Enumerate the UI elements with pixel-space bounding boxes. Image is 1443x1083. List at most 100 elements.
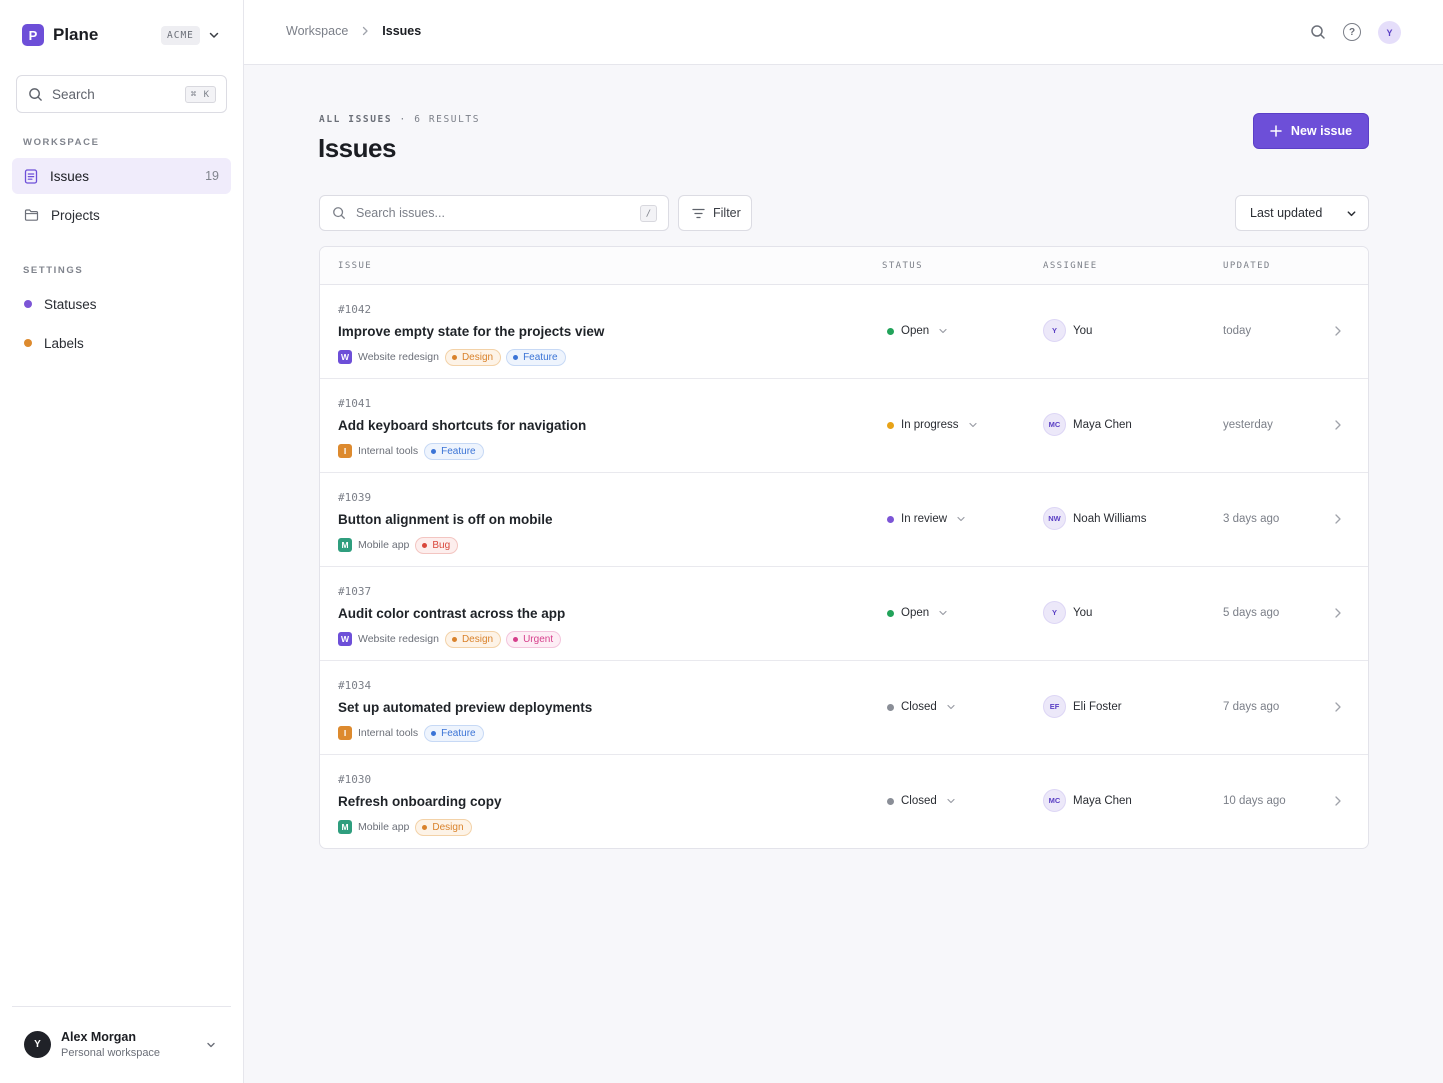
issue-title[interactable]: Refresh onboarding copy [338, 794, 502, 809]
chevron-down-icon[interactable] [207, 28, 221, 42]
project-icon: W [338, 350, 352, 364]
status-dot-icon [887, 327, 894, 335]
settings-section-title: SETTINGS [23, 265, 84, 276]
column-header-status: STATUS [882, 261, 923, 271]
project-icon: W [338, 632, 352, 646]
avatar: Y [1043, 319, 1066, 342]
chevron-right-icon[interactable] [1333, 325, 1343, 337]
folder-icon [24, 209, 39, 221]
chevron-down-icon [947, 704, 955, 710]
issue-id: #1037 [338, 585, 372, 598]
chevron-down-icon[interactable] [205, 1039, 217, 1051]
status-dot-icon [887, 421, 894, 429]
project-name: Mobile app [358, 539, 410, 551]
issue-meta: M Mobile app Bug [338, 536, 463, 554]
issue-id: #1042 [338, 303, 372, 316]
tag-dot-icon [431, 730, 437, 736]
sidebar-item-projects[interactable]: Projects [12, 197, 231, 233]
assignee[interactable]: Y You [1043, 601, 1092, 624]
table-row[interactable]: #1034 Set up automated preview deploymen… [320, 661, 1368, 755]
status-dropdown[interactable]: In progress [887, 419, 978, 431]
brand-name: Plane [53, 25, 99, 44]
assignee-name: Maya Chen [1073, 418, 1132, 431]
project-name: Internal tools [358, 445, 419, 457]
tag-label: Design [461, 633, 494, 645]
assignee[interactable]: Y You [1043, 319, 1092, 342]
breadcrumb: Workspace Issues [286, 24, 421, 38]
sidebar-search[interactable]: Search ⌘ K [16, 75, 227, 113]
search-shortcut: ⌘ K [184, 86, 216, 103]
issue-id: #1030 [338, 773, 372, 786]
sidebar-item-labels[interactable]: Labels [12, 325, 231, 361]
workspace-badge[interactable]: ACME [161, 26, 200, 45]
updated-time: 5 days ago [1223, 607, 1280, 619]
chevron-right-icon[interactable] [1333, 513, 1343, 525]
column-header-assignee: ASSIGNEE [1043, 261, 1098, 271]
search-icon[interactable] [1310, 24, 1326, 40]
avatar[interactable]: Y [1378, 21, 1401, 44]
sidebar: P Plane ACME Search ⌘ K WORKSPACE Issues… [0, 0, 244, 1083]
issue-search-input[interactable]: Search issues... / [319, 195, 669, 231]
breadcrumb-workspace[interactable]: Workspace [286, 24, 348, 38]
new-issue-button[interactable]: New issue [1253, 113, 1369, 149]
status-dropdown[interactable]: Closed [887, 795, 956, 807]
tag-dot-icon [422, 824, 428, 830]
help-icon[interactable]: ? [1343, 23, 1361, 41]
tag-badge: Feature [506, 348, 566, 366]
avatar: EF [1043, 695, 1066, 718]
tag-badge: Design [444, 348, 502, 366]
issue-title[interactable]: Improve empty state for the projects vie… [338, 324, 604, 339]
sidebar-item-statuses[interactable]: Statuses [12, 286, 231, 322]
table-row[interactable]: #1041 Add keyboard shortcuts for navigat… [320, 379, 1368, 473]
tag-dot-icon [513, 636, 519, 642]
avatar: Y [24, 1031, 51, 1058]
brand[interactable]: P Plane [22, 24, 98, 46]
issue-title[interactable]: Audit color contrast across the app [338, 606, 565, 621]
tag-badge: Bug [415, 536, 459, 554]
status-dot-icon [887, 797, 894, 805]
chevron-right-icon[interactable] [1333, 701, 1343, 713]
sort-select[interactable]: Last updated [1235, 195, 1369, 231]
assignee[interactable]: EF Eli Foster [1043, 695, 1122, 718]
tag-dot-icon [422, 542, 428, 548]
user-menu[interactable]: Y Alex Morgan Personal workspace [24, 1030, 160, 1059]
chevron-down-icon [968, 422, 977, 428]
assignee-name: Maya Chen [1073, 794, 1132, 807]
table-row[interactable]: #1039 Button alignment is off on mobile … [320, 473, 1368, 567]
tag-dot-icon [451, 354, 457, 360]
search-placeholder: Search issues... [356, 206, 445, 220]
table-row[interactable]: #1030 Refresh onboarding copy M Mobile a… [320, 755, 1368, 848]
chevron-right-icon[interactable] [1333, 419, 1343, 431]
assignee[interactable]: NW Noah Williams [1043, 507, 1147, 530]
assignee[interactable]: MC Maya Chen [1043, 413, 1132, 436]
status-dropdown[interactable]: In review [887, 513, 966, 525]
issue-title[interactable]: Set up automated preview deployments [338, 700, 592, 715]
sidebar-item-issues[interactable]: Issues 19 [12, 158, 231, 194]
status-label: Closed [901, 701, 937, 713]
status-dropdown[interactable]: Open [887, 607, 948, 619]
sidebar-search-label: Search [52, 86, 95, 102]
chevron-right-icon[interactable] [1333, 607, 1343, 619]
status-dropdown[interactable]: Closed [887, 701, 956, 713]
filter-button[interactable]: Filter [678, 195, 752, 231]
chevron-down-icon [957, 516, 965, 522]
project-icon: I [338, 444, 352, 458]
chevron-right-icon[interactable] [1333, 795, 1343, 807]
issue-meta: W Website redesign Design Urgent [338, 630, 566, 648]
assignee[interactable]: MC Maya Chen [1043, 789, 1132, 812]
issue-meta: I Internal tools Feature [338, 724, 489, 742]
table-row[interactable]: #1037 Audit color contrast across the ap… [320, 567, 1368, 661]
table-row[interactable]: #1042 Improve empty state for the projec… [320, 285, 1368, 379]
issue-title[interactable]: Button alignment is off on mobile [338, 512, 552, 527]
column-header-issue: ISSUE [338, 261, 373, 271]
issue-title[interactable]: Add keyboard shortcuts for navigation [338, 418, 586, 433]
project-name: Internal tools [358, 727, 419, 739]
avatar: Y [1043, 601, 1066, 624]
avatar: MC [1043, 413, 1066, 436]
status-dot-icon [24, 300, 32, 308]
status-dropdown[interactable]: Open [887, 325, 948, 337]
issue-id: #1039 [338, 491, 372, 504]
status-label: In review [901, 513, 948, 525]
label-dot-icon [24, 339, 32, 347]
assignee-name: Noah Williams [1073, 512, 1147, 525]
